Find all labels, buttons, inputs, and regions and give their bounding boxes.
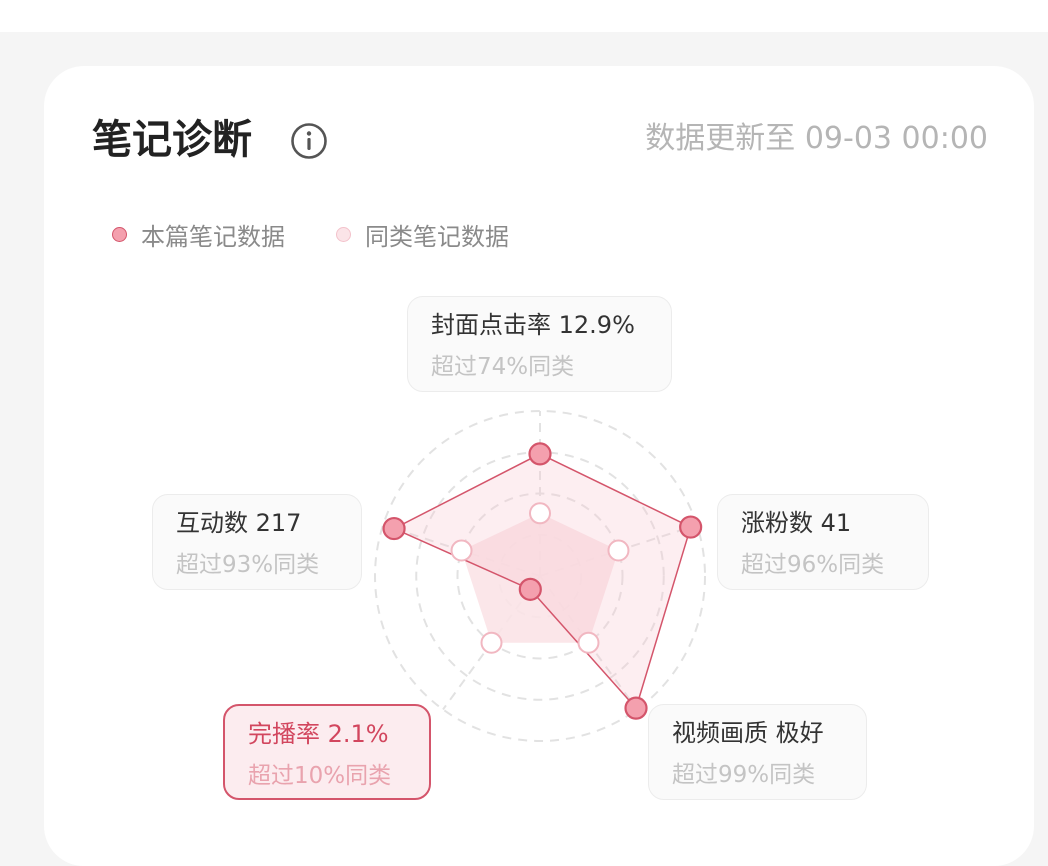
radar-area-current	[392, 453, 692, 710]
metric-value: 互动数 217	[176, 509, 302, 537]
radar-chart	[374, 410, 706, 742]
metric-value: 完播率 2.1%	[248, 720, 389, 748]
metric-percentile: 超过93%同类	[176, 552, 320, 578]
radar-point-current	[679, 515, 703, 539]
metric-percentile: 超过74%同类	[431, 354, 575, 380]
radar-point-peer	[607, 539, 630, 562]
radar-point-current	[518, 577, 542, 601]
radar-point-peer	[480, 631, 503, 654]
radar-point-peer	[450, 539, 473, 562]
metric-box-followers[interactable]: 涨粉数 41 超过96%同类	[717, 494, 929, 590]
metric-box-video-quality[interactable]: 视频画质 极好 超过99%同类	[648, 704, 867, 800]
radar-point-peer	[577, 631, 600, 654]
metric-value: 视频画质 极好	[672, 719, 824, 747]
metric-box-cover-ctr[interactable]: 封面点击率 12.9% 超过74%同类	[407, 296, 672, 392]
metric-box-completion-rate[interactable]: 完播率 2.1% 超过10%同类	[223, 704, 431, 800]
metric-box-interactions[interactable]: 互动数 217 超过93%同类	[152, 494, 362, 590]
metric-percentile: 超过10%同类	[248, 763, 392, 789]
radar-point-current	[528, 442, 552, 466]
metric-value: 涨粉数 41	[741, 509, 852, 537]
radar-point-current	[382, 516, 406, 541]
radar-point-peer	[529, 502, 551, 525]
metric-value: 封面点击率 12.9%	[431, 311, 635, 339]
radar-point-current	[624, 696, 648, 720]
metric-percentile: 超过99%同类	[672, 762, 816, 788]
metric-percentile: 超过96%同类	[741, 552, 885, 578]
